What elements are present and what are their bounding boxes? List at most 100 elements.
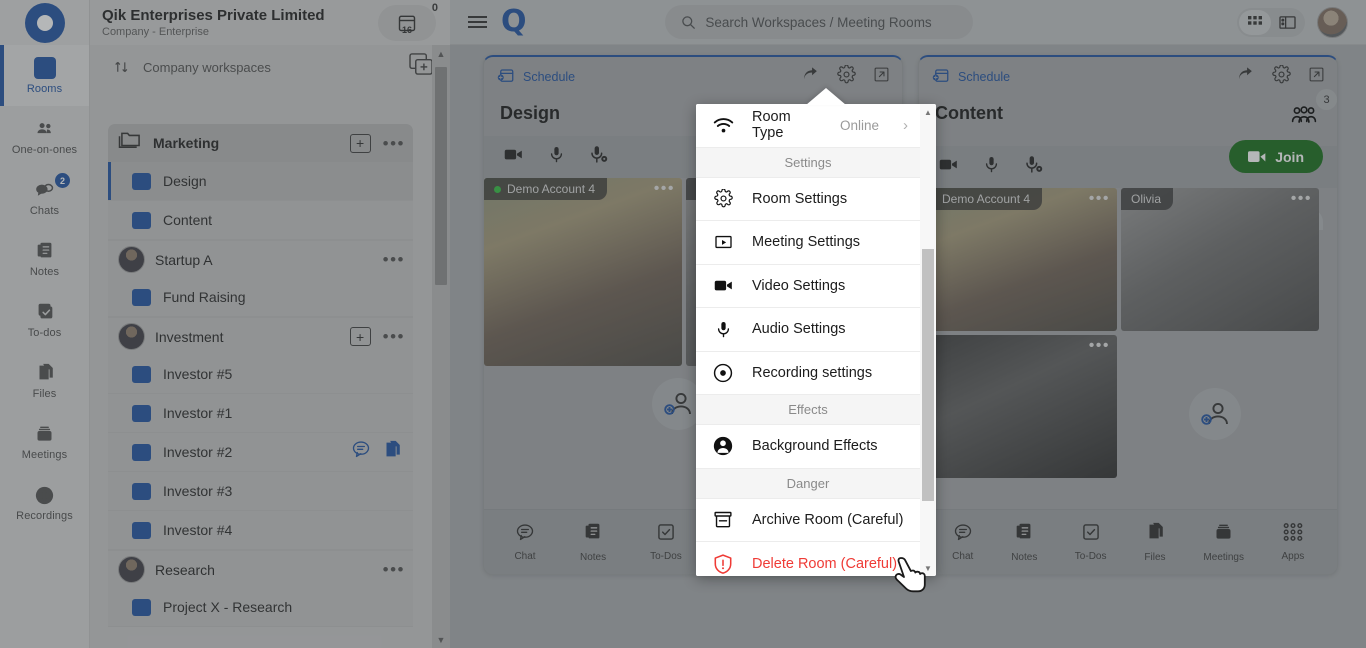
footer-notes-button[interactable]: Notes xyxy=(1011,521,1037,563)
tile-more-button[interactable]: ••• xyxy=(1089,337,1110,355)
scroll-thumb[interactable] xyxy=(435,67,447,285)
people-icon xyxy=(32,117,58,141)
room-item-investor-4[interactable]: Investor #4 xyxy=(108,511,413,550)
search-input[interactable]: Search Workspaces / Meeting Rooms xyxy=(665,5,973,39)
room-item-investor-3[interactable]: Investor #3 xyxy=(108,472,413,511)
schedule-button[interactable]: Schedule xyxy=(931,67,1010,88)
participant-tile[interactable]: Demo Account 4••• xyxy=(919,188,1117,331)
menu-item-meeting-settings[interactable]: Meeting Settings xyxy=(696,221,920,265)
room-item-content[interactable]: Content xyxy=(108,201,413,240)
menu-section-header: Effects xyxy=(696,395,920,425)
microphone-settings-icon[interactable] xyxy=(1023,154,1045,180)
folder-icon xyxy=(118,130,143,156)
video-camera-icon[interactable] xyxy=(937,154,960,180)
tile-more-button[interactable]: ••• xyxy=(1089,190,1110,208)
scroll-down-arrow[interactable]: ▼ xyxy=(432,631,450,648)
footer-chat-button[interactable]: Chat xyxy=(514,522,536,562)
participant-grid: Demo Account 4•••Olivia•••••• xyxy=(919,188,1337,470)
group-avatar xyxy=(118,556,145,583)
microphone-settings-icon[interactable] xyxy=(588,144,610,170)
rail-item-recordings[interactable]: Recordings xyxy=(0,472,89,533)
menu-item-background-effects[interactable]: Background Effects xyxy=(696,425,920,469)
footer-apps-button[interactable]: Apps xyxy=(1281,522,1304,562)
footer-to-dos-button[interactable]: To-Dos xyxy=(1075,522,1107,562)
menu-item-recording-settings[interactable]: Recording settings xyxy=(696,352,920,396)
microphone-icon[interactable] xyxy=(982,154,1001,180)
microphone-icon[interactable] xyxy=(547,144,566,170)
grid-view-button[interactable] xyxy=(1239,10,1271,35)
participants-button[interactable]: 3 xyxy=(1285,97,1323,134)
participant-tile[interactable]: Demo Account 4••• xyxy=(484,178,682,366)
room-item-design[interactable]: Design xyxy=(108,162,413,201)
schedule-button[interactable]: Schedule xyxy=(496,67,575,88)
join-button[interactable]: Join xyxy=(1229,140,1323,173)
menu-item-room-settings[interactable]: Room Settings xyxy=(696,178,920,222)
add-participant-button[interactable] xyxy=(1189,388,1241,440)
org-header: Qik Enterprises Private Limited Company … xyxy=(90,0,450,45)
menu-item-video-settings[interactable]: Video Settings xyxy=(696,265,920,309)
gear-icon[interactable] xyxy=(1272,65,1291,89)
menu-item-audio-settings[interactable]: Audio Settings xyxy=(696,308,920,352)
expand-icon[interactable] xyxy=(873,66,890,88)
tile-more-button[interactable]: ••• xyxy=(1291,190,1312,208)
rail-item-label: Meetings xyxy=(22,449,67,461)
rail-item-notes[interactable]: Notes xyxy=(0,228,89,289)
hamburger-icon[interactable] xyxy=(468,16,487,28)
footer-meetings-button[interactable]: Meetings xyxy=(1203,522,1244,563)
scroll-up-arrow[interactable]: ▲ xyxy=(432,45,450,62)
workspace-group-startup-a[interactable]: Startup A••• xyxy=(108,240,413,278)
share-icon[interactable] xyxy=(801,65,820,89)
files-icon[interactable] xyxy=(381,439,403,466)
menu-scroll-thumb[interactable] xyxy=(922,249,934,501)
user-avatar[interactable] xyxy=(1317,7,1348,38)
app-logo[interactable] xyxy=(0,0,89,45)
video-camera-icon[interactable] xyxy=(502,144,525,170)
chat-icon[interactable] xyxy=(350,439,372,466)
add-workspace-button[interactable] xyxy=(409,53,434,81)
sort-updown-icon[interactable] xyxy=(114,59,129,75)
expand-icon[interactable] xyxy=(1308,66,1325,88)
split-view-button[interactable] xyxy=(1271,10,1303,35)
menu-item-archive-room-careful[interactable]: Archive Room (Careful) xyxy=(696,499,920,543)
add-room-button[interactable]: + xyxy=(350,327,371,346)
menu-item-room-type[interactable]: Room TypeOnline› xyxy=(696,104,920,148)
add-room-button[interactable]: + xyxy=(350,134,371,153)
room-item-project-x-research[interactable]: Project X - Research xyxy=(108,588,413,627)
rail-item-files[interactable]: Files xyxy=(0,350,89,411)
workspace-group-investment[interactable]: Investment+••• xyxy=(108,317,413,355)
footer-files-button[interactable]: Files xyxy=(1144,521,1166,563)
rail-item-to-dos[interactable]: To-dos xyxy=(0,289,89,350)
rail-item-chats[interactable]: Chats2 xyxy=(0,167,89,228)
room-item-investor-2[interactable]: Investor #2 xyxy=(108,433,413,472)
workspace-scrollbar[interactable]: ▲ ▼ xyxy=(432,45,450,648)
group-more-button[interactable]: ••• xyxy=(383,328,405,345)
room-item-label: Investor #1 xyxy=(163,405,232,421)
menu-item-delete-room-careful[interactable]: Delete Room (Careful) xyxy=(696,542,920,576)
participant-tile[interactable]: ••• xyxy=(919,335,1117,478)
workspace-group-research[interactable]: Research••• xyxy=(108,550,413,588)
schedule-icon xyxy=(931,67,951,88)
share-icon[interactable] xyxy=(1236,65,1255,89)
menu-scrollbar[interactable]: ▲ ▼ xyxy=(920,104,936,576)
group-more-button[interactable]: ••• xyxy=(383,135,405,152)
menu-scroll-up-arrow[interactable]: ▲ xyxy=(920,104,936,120)
org-name: Qik Enterprises Private Limited xyxy=(102,7,325,24)
group-more-button[interactable]: ••• xyxy=(383,251,405,268)
tile-more-button[interactable]: ••• xyxy=(654,180,675,198)
room-item-investor-1[interactable]: Investor #1 xyxy=(108,394,413,433)
group-more-button[interactable]: ••• xyxy=(383,561,405,578)
calendar-button[interactable]: 16 0 xyxy=(378,5,436,41)
footer-item-label: To-Dos xyxy=(650,551,682,562)
participant-tile[interactable]: Olivia••• xyxy=(1121,188,1319,331)
files-icon xyxy=(32,361,58,385)
footer-to-dos-button[interactable]: To-Dos xyxy=(650,522,682,562)
rail-item-one-on-ones[interactable]: One-on-ones xyxy=(0,106,89,167)
workspace-group-marketing[interactable]: Marketing+••• xyxy=(108,124,413,162)
footer-chat-button[interactable]: Chat xyxy=(952,522,974,562)
rail-item-meetings[interactable]: Meetings xyxy=(0,411,89,472)
room-item-investor-5[interactable]: Investor #5 xyxy=(108,355,413,394)
footer-notes-button[interactable]: Notes xyxy=(580,521,606,563)
room-item-fund-raising[interactable]: Fund Raising xyxy=(108,278,413,317)
gear-icon[interactable] xyxy=(837,65,856,89)
rail-item-rooms[interactable]: Rooms xyxy=(0,45,89,106)
